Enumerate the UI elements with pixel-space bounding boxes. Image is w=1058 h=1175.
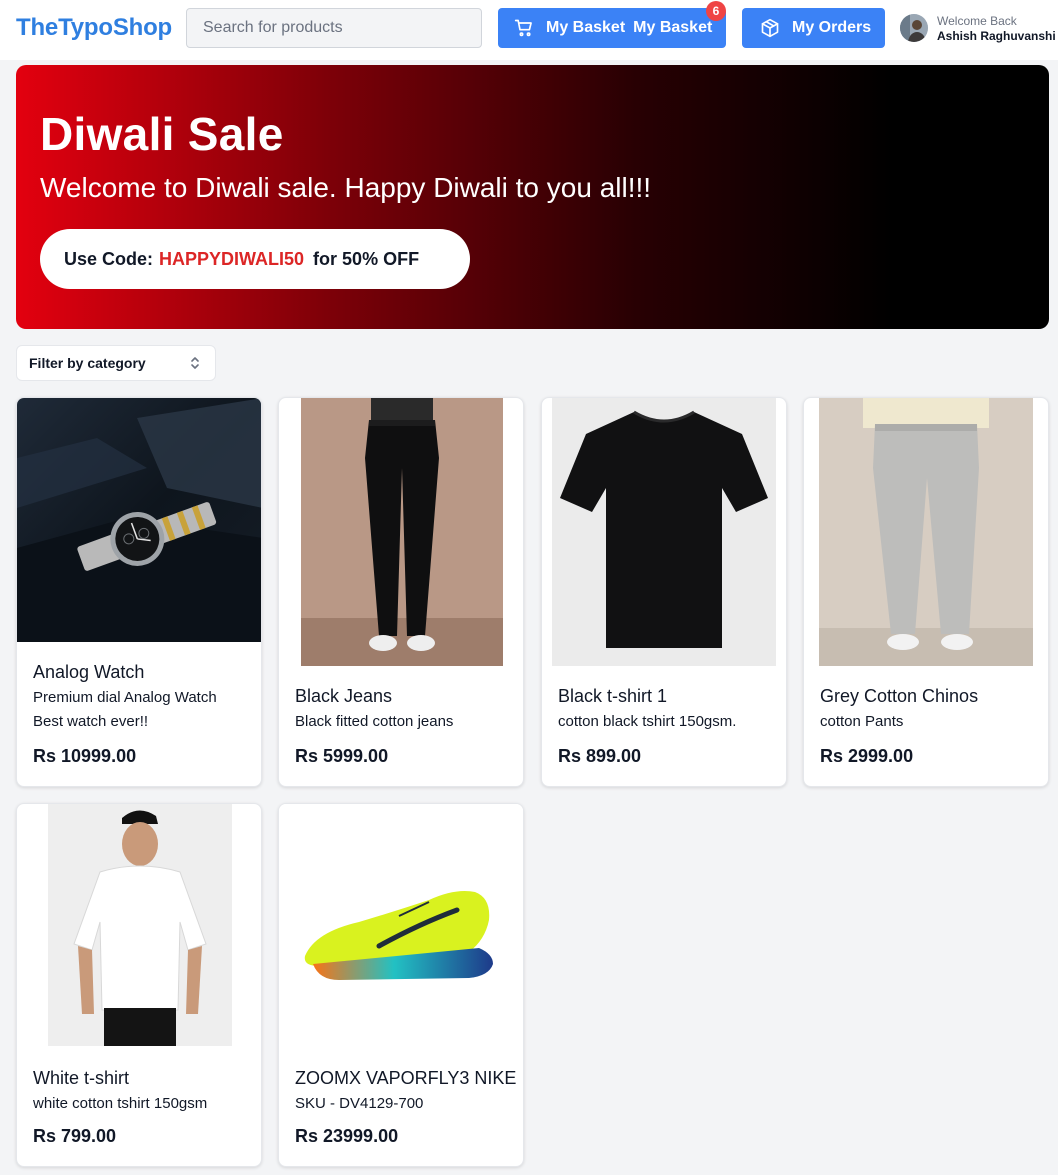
product-name: Black t-shirt 1 [558, 686, 668, 706]
product-price: Rs 899.00 [558, 746, 642, 766]
chinos-photo [819, 398, 1033, 666]
product-description: cotton black tshirt 150gsm. [558, 713, 737, 730]
product-name: Analog Watch [33, 662, 145, 682]
product-price: Rs 799.00 [33, 1126, 117, 1146]
product-name: White t-shirt [33, 1068, 130, 1088]
product-description: white cotton tshirt 150gsm [33, 1095, 208, 1112]
package-icon [761, 18, 779, 38]
product-description: Premium dial Analog Watch Best watch eve… [33, 689, 217, 730]
product-name: Black Jeans [295, 686, 393, 706]
filter-label: Filter by category [29, 355, 146, 371]
product-description: cotton Pants [820, 713, 904, 730]
banner-title: Diwali Sale [40, 108, 284, 160]
white-tshirt-photo [48, 804, 232, 1046]
banner-subtitle: Welcome to Diwali sale. Happy Diwali to … [40, 172, 652, 203]
user-profile[interactable]: Welcome Back Ashish Raghuvanshi [900, 13, 1056, 45]
welcome-text: Welcome Back [937, 14, 1017, 28]
product-price: Rs 10999.00 [33, 746, 137, 766]
product-name: ZOOMX VAPORFLY3 NIKE [295, 1068, 517, 1088]
sale-banner: Diwali Sale Welcome to Diwali sale. Happ… [16, 65, 1049, 329]
product-price: Rs 23999.00 [295, 1126, 399, 1146]
product-card[interactable]: White t-shirt white cotton tshirt 150gsm… [16, 803, 262, 1167]
product-price: Rs 5999.00 [295, 746, 389, 766]
orders-label: My Orders [792, 19, 872, 36]
shop-logo[interactable]: TheTypoShop [16, 14, 172, 42]
product-card[interactable]: ZOOMX VAPORFLY3 NIKE SKU - DV4129-700 Rs… [278, 803, 524, 1167]
product-description: SKU - DV4129-700 [295, 1095, 424, 1112]
product-price: Rs 2999.00 [820, 746, 914, 766]
orders-button[interactable]: My Orders [742, 8, 885, 48]
basket-label-repeat: My Basket [633, 19, 713, 36]
category-filter-select[interactable]: Filter by category [16, 345, 216, 381]
promo-code: HAPPYDIWALI50 [159, 248, 305, 269]
search-input[interactable] [186, 8, 482, 48]
avatar [900, 14, 928, 42]
product-card[interactable]: Black t-shirt 1 cotton black tshirt 150g… [541, 397, 787, 787]
tshirt-photo [552, 398, 776, 666]
shoe-photo [279, 804, 523, 1048]
product-description: Black fitted cotton jeans [295, 713, 454, 730]
product-card[interactable]: Black Jeans Black fitted cotton jeans Rs… [278, 397, 524, 787]
promo-prefix: Use Code: [64, 248, 154, 269]
watch-photo [17, 398, 261, 642]
product-card[interactable]: Grey Cotton Chinos cotton Pants Rs 2999.… [803, 397, 1049, 787]
cart-icon [514, 19, 532, 37]
user-name: Ashish Raghuvanshi [937, 29, 1056, 43]
promo-code-pill: Use Code: HAPPYDIWALI50 for 50% OFF [40, 229, 470, 289]
basket-count-badge: 6 [706, 1, 726, 21]
basket-label: My Basket [546, 19, 626, 36]
promo-suffix: for 50% OFF [313, 248, 420, 269]
chevron-updown-icon [191, 357, 199, 369]
product-card[interactable]: Analog Watch Premium dial Analog Watch B… [16, 397, 262, 787]
basket-button[interactable]: My Basket My Basket 6 [498, 1, 726, 48]
jeans-photo [301, 398, 503, 666]
product-name: Grey Cotton Chinos [820, 686, 979, 706]
top-nav: TheTypoShop My Basket My Basket 6 My Ord… [0, 0, 1058, 60]
